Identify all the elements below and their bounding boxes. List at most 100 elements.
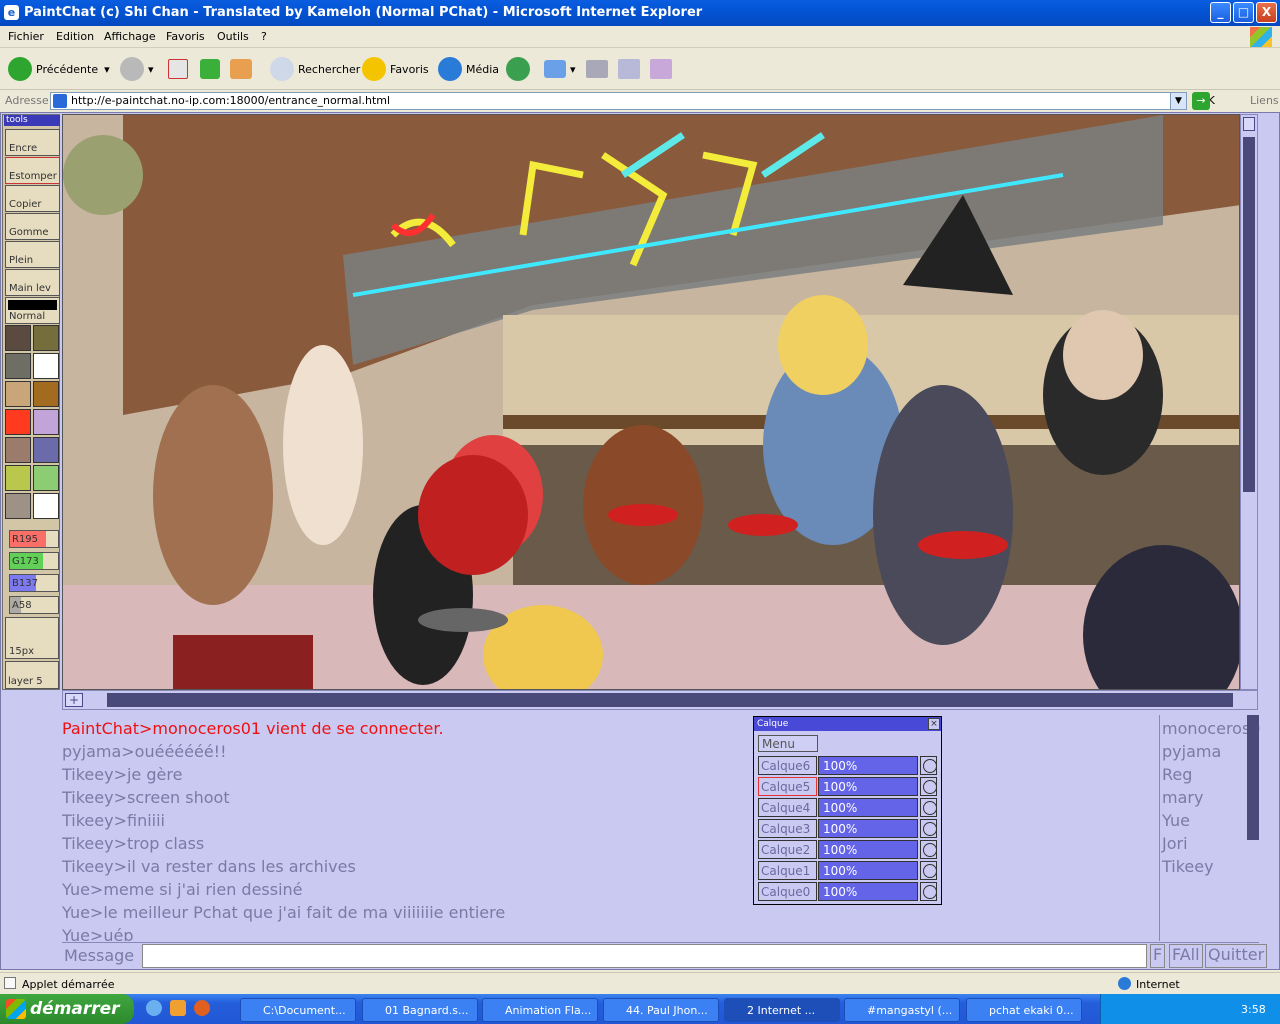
color-swatch[interactable] [5, 353, 31, 379]
layer-row[interactable]: Calque5 100% [758, 777, 937, 796]
color-swatch[interactable] [33, 437, 59, 463]
color-swatch[interactable] [33, 325, 59, 351]
taskbar-item[interactable]: 01 Bagnard.s... [362, 998, 478, 1022]
tool-mode[interactable]: Normal [5, 297, 60, 324]
menu-favoris[interactable]: Favoris [166, 30, 205, 43]
user-item[interactable]: Tikeey [1162, 857, 1214, 876]
user-item[interactable]: monoceros0 [1162, 719, 1260, 738]
layer-opacity-slider[interactable]: 100% [818, 840, 918, 859]
layer-visibility-toggle[interactable] [920, 882, 937, 901]
slider-alpha[interactable]: A58 [9, 596, 59, 614]
layer-visibility-toggle[interactable] [920, 777, 937, 796]
edit-button[interactable] [618, 56, 644, 82]
message-input[interactable] [142, 944, 1147, 968]
layer-row[interactable]: Calque6 100% [758, 756, 937, 775]
zoom-in-button[interactable]: + [65, 693, 83, 707]
quit-button[interactable]: Quitter [1205, 944, 1268, 968]
layer-visibility-toggle[interactable] [920, 798, 937, 817]
user-item[interactable]: Reg [1162, 765, 1192, 784]
color-swatch[interactable] [33, 381, 59, 407]
favorites-button[interactable]: Favoris [362, 56, 429, 82]
layer-visibility-toggle[interactable] [920, 819, 937, 838]
maximize-button[interactable]: □ [1233, 2, 1254, 23]
vertical-scroll-thumb[interactable] [1243, 137, 1255, 492]
taskbar-item[interactable]: #mangastyl (... [844, 998, 960, 1022]
color-swatch[interactable] [33, 465, 59, 491]
color-swatch[interactable] [5, 493, 31, 519]
links-label[interactable]: Liens [1250, 94, 1279, 107]
mail-button[interactable]: ▾ [544, 56, 576, 82]
layer-row[interactable]: Calque2 100% [758, 840, 937, 859]
canvas-horizontal-scrollbar[interactable]: + [62, 690, 1258, 710]
layer-visibility-toggle[interactable] [920, 840, 937, 859]
layer-name[interactable]: Calque2 [758, 840, 817, 859]
color-swatch[interactable] [33, 409, 59, 435]
drawing-canvas[interactable] [62, 114, 1240, 690]
user-item[interactable]: pyjama [1162, 742, 1221, 761]
layer-visibility-toggle[interactable] [920, 756, 937, 775]
layer-name[interactable]: Calque1 [758, 861, 817, 880]
quicklaunch-app-icon[interactable] [170, 1000, 186, 1016]
taskbar-item[interactable]: C:\Document... [240, 998, 356, 1022]
color-swatch[interactable] [5, 325, 31, 351]
f-button[interactable]: F [1150, 944, 1166, 968]
print-button[interactable] [586, 56, 612, 82]
layer-row[interactable]: Calque3 100% [758, 819, 937, 838]
user-item[interactable]: Yue [1162, 811, 1190, 830]
layer-opacity-slider[interactable]: 100% [818, 798, 918, 817]
tool-hand[interactable]: Main lev [5, 269, 60, 296]
color-swatch[interactable] [33, 493, 59, 519]
quicklaunch-ie-icon[interactable] [146, 1000, 162, 1016]
menu-outils[interactable]: Outils [217, 30, 249, 43]
scroll-up-button[interactable] [1243, 117, 1255, 131]
color-swatch[interactable] [33, 353, 59, 379]
tool-fill[interactable]: Plein [5, 241, 60, 268]
color-swatch[interactable] [5, 409, 31, 435]
address-input[interactable]: http://e-paintchat.no-ip.com:18000/entra… [50, 92, 1187, 110]
layer-visibility-toggle[interactable] [920, 861, 937, 880]
messenger-button[interactable] [650, 56, 676, 82]
color-swatch[interactable] [5, 381, 31, 407]
menu-help[interactable]: ? [261, 30, 267, 43]
layer-opacity-slider[interactable]: 100% [818, 777, 918, 796]
layer-opacity-slider[interactable]: 100% [818, 861, 918, 880]
layer-name[interactable]: Calque3 [758, 819, 817, 838]
search-button[interactable]: Rechercher [270, 56, 360, 82]
quicklaunch-firefox-icon[interactable] [194, 1000, 210, 1016]
layer-menu-button[interactable]: Menu [758, 735, 818, 752]
user-list-scrollbar[interactable] [1247, 715, 1259, 840]
fall-button[interactable]: FAll [1169, 944, 1203, 968]
refresh-button[interactable] [200, 56, 224, 82]
layer-name[interactable]: Calque5 [758, 777, 817, 796]
history-button[interactable] [506, 56, 534, 82]
stop-button[interactable] [168, 56, 192, 82]
layer-name[interactable]: Calque4 [758, 798, 817, 817]
color-swatch[interactable] [5, 437, 31, 463]
horizontal-scroll-thumb[interactable] [107, 693, 1233, 707]
tool-eraser[interactable]: Gomme [5, 213, 60, 240]
taskbar-item[interactable]: 44. Paul Jhon... [603, 998, 719, 1022]
back-button[interactable]: Précédente ▾ [8, 56, 110, 82]
layer-row[interactable]: Calque1 100% [758, 861, 937, 880]
canvas-vertical-scrollbar[interactable] [1240, 114, 1258, 690]
menu-fichier[interactable]: Fichier [8, 30, 44, 43]
layer-indicator[interactable]: layer 5 [5, 661, 59, 689]
forward-button[interactable]: ▾ [120, 56, 154, 82]
layer-name[interactable]: Calque6 [758, 756, 817, 775]
go-arrow-icon[interactable]: → [1192, 92, 1210, 110]
tool-blur[interactable]: Estomper [5, 157, 60, 184]
slider-blue[interactable]: B137 [9, 574, 59, 592]
address-dropdown-icon[interactable]: ▼ [1170, 92, 1187, 110]
layer-opacity-slider[interactable]: 100% [818, 756, 918, 775]
menu-affichage[interactable]: Affichage [104, 30, 156, 43]
home-button[interactable] [230, 56, 256, 82]
layer-opacity-slider[interactable]: 100% [818, 819, 918, 838]
layer-row[interactable]: Calque0 100% [758, 882, 937, 901]
taskbar-item[interactable]: pchat ekaki 0... [966, 998, 1082, 1022]
menu-edition[interactable]: Edition [56, 30, 94, 43]
user-item[interactable]: mary [1162, 788, 1203, 807]
user-item[interactable]: Jori [1162, 834, 1188, 853]
media-button[interactable]: Média [438, 56, 499, 82]
slider-red[interactable]: R195 [9, 530, 59, 548]
taskbar-item[interactable]: 2 Internet ... [724, 998, 840, 1022]
